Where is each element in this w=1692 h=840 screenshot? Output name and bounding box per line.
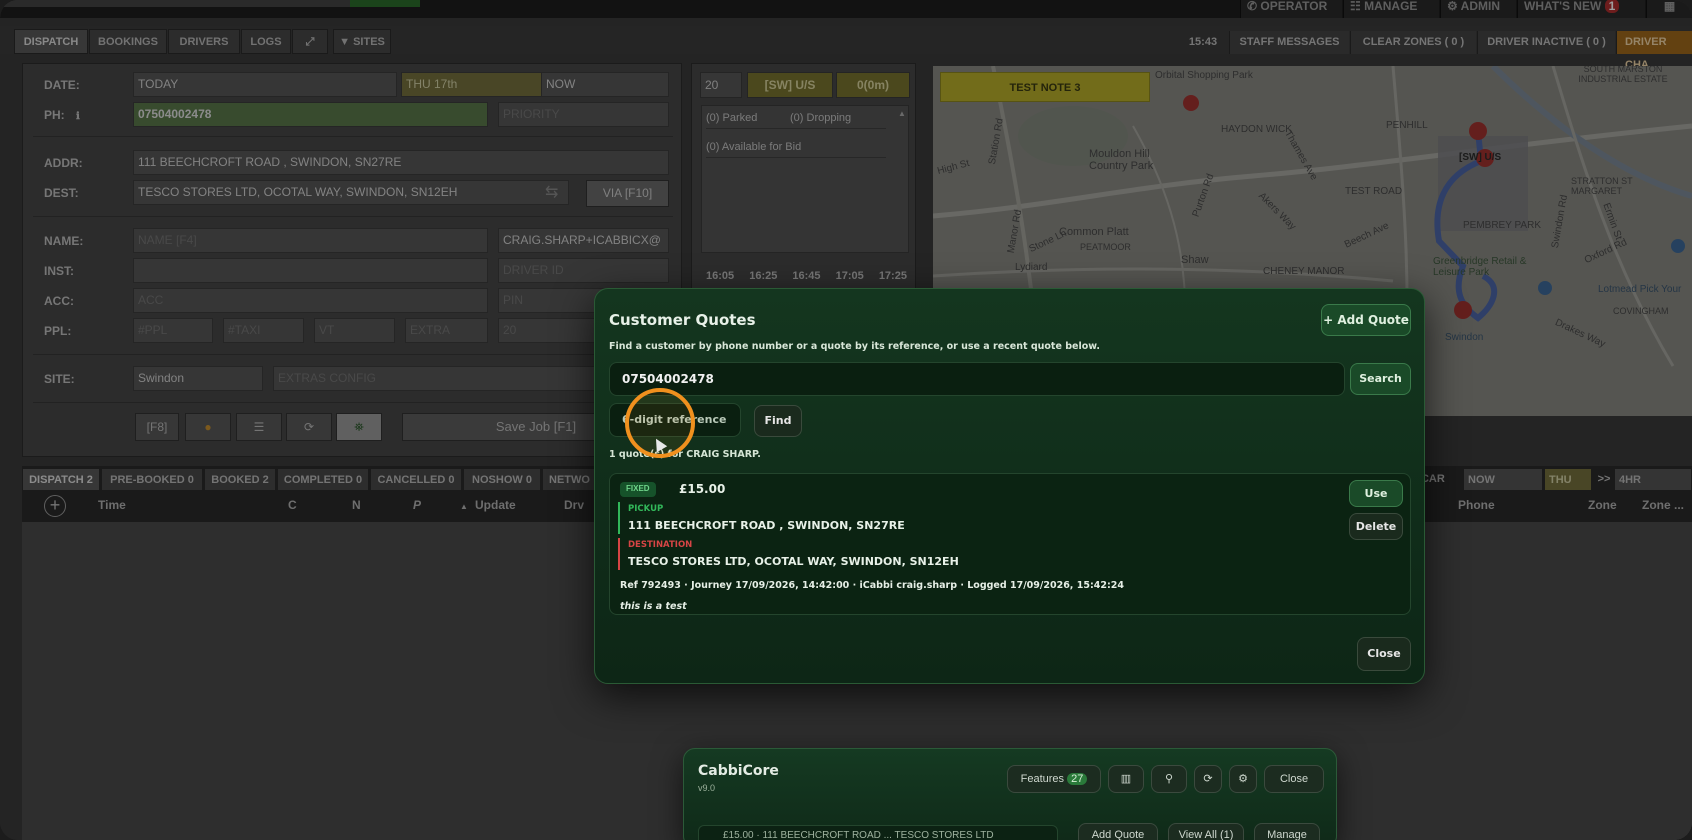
destination-label: DESTINATION <box>628 540 693 550</box>
features-button[interactable]: Features 27 <box>1007 765 1101 793</box>
settings-icon[interactable]: ⚙ <box>1229 765 1257 793</box>
use-quote-button[interactable]: Use <box>1349 480 1403 507</box>
cabbicore-close-button[interactable]: Close <box>1264 765 1324 793</box>
cabbicore-add-quote-button[interactable]: Add Quote <box>1078 823 1158 840</box>
pickup-bar <box>618 502 620 534</box>
cabbicore-manage-button[interactable]: Manage <box>1254 823 1320 840</box>
add-quote-button[interactable]: + Add Quote <box>1321 304 1411 336</box>
modal-title: Customer Quotes <box>609 311 756 329</box>
delete-quote-button[interactable]: Delete <box>1349 513 1403 540</box>
quote-price: £15.00 <box>679 482 726 496</box>
cabbicore-quote-row[interactable]: £15.00 · 111 BEECHCROFT ROAD ... TESCO S… <box>698 825 1058 840</box>
cabbicore-view-all-button[interactable]: View All (1) <box>1168 823 1244 840</box>
app-window: ✆ OPERATOR ☷ MANAGE ⚙ ADMIN WHAT'S NEW 1… <box>0 0 1692 840</box>
quote-card: FIXED £15.00 PICKUP 111 BEECHCROFT ROAD … <box>609 473 1411 615</box>
search-button[interactable]: Search <box>1350 363 1411 395</box>
cabbicore-panel: CabbiCore v9.0 Features 27 ▥ ⚲ ⟳ ⚙ Close… <box>683 748 1337 840</box>
features-count-badge: 27 <box>1067 773 1088 785</box>
cabbicore-version: v9.0 <box>698 783 716 793</box>
modal-subtitle: Find a customer by phone number or a quo… <box>609 341 1101 352</box>
result-count: 1 quote(s) for CRAIG SHARP. <box>609 449 761 460</box>
pickup-label: PICKUP <box>628 504 664 514</box>
refresh-icon[interactable]: ⟳ <box>1194 765 1222 793</box>
cabbicore-title: CabbiCore <box>698 763 779 779</box>
fixed-badge: FIXED <box>620 482 656 497</box>
destination-address: TESCO STORES LTD, OCOTAL WAY, SWINDON, S… <box>628 555 959 568</box>
quote-meta: Ref 792493 · Journey 17/09/2026, 14:42:0… <box>620 580 1124 591</box>
close-modal-button[interactable]: Close <box>1357 637 1411 671</box>
destination-bar <box>618 538 620 570</box>
features-label: Features <box>1020 773 1065 785</box>
pickup-address: 111 BEECHCROFT ROAD , SWINDON, SN27RE <box>628 519 905 532</box>
book-icon[interactable]: ▥ <box>1108 765 1144 793</box>
pin-icon[interactable]: ⚲ <box>1151 765 1187 793</box>
find-button[interactable]: Find <box>754 405 802 437</box>
phone-search-input[interactable]: 07504002478 <box>609 362 1345 396</box>
quote-note: this is a test <box>620 601 687 612</box>
customer-quotes-modal: Customer Quotes + Add Quote Find a custo… <box>594 288 1425 684</box>
